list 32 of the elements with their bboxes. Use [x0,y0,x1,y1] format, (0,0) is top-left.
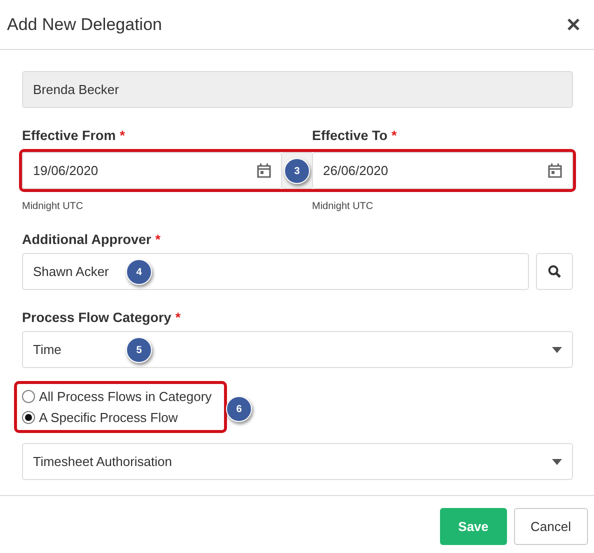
date-field[interactable]: 19/06/2020 [22,152,282,189]
field-hint: Midnight UTC [22,201,84,212]
required-marker: * [155,232,161,247]
caret-icon [552,458,562,464]
required-marker: * [120,128,126,143]
close-icon[interactable] [567,18,580,31]
required-marker: * [392,128,397,143]
calendar-icon[interactable] [257,163,271,178]
step-badge: 5 [126,337,152,363]
dialog-title: Add New Delegation [7,14,162,34]
field-label: Additional Approver [22,232,152,247]
search-icon[interactable] [548,265,561,278]
approver-field[interactable]: Shawn Acker 4 [22,253,529,290]
step-badge: 3 [284,158,310,184]
search-button[interactable] [536,253,573,290]
cancel-button[interactable]: Cancel [514,508,588,545]
field-hint: Midnight UTC [312,201,374,212]
radio-icon[interactable] [22,390,35,403]
required-marker: * [175,310,181,325]
caret-icon [552,346,562,352]
field-label: Process Flow Category [22,310,172,325]
field-label: Effective To [312,128,388,143]
calendar-icon[interactable] [548,163,562,178]
step-badge: 4 [126,259,152,285]
field-label: Effective From [22,128,116,143]
step-badge: 6 [226,396,252,422]
radio-option[interactable]: A Specific Process Flow [22,410,212,425]
process-flow-select[interactable]: Timesheet Authorisation [22,443,573,480]
category-select[interactable]: Time 5 [22,331,573,368]
radio-option[interactable]: All Process Flows in Category [22,389,212,404]
date-field[interactable]: 26/06/2020 [312,152,573,189]
radio-icon[interactable] [22,411,35,424]
